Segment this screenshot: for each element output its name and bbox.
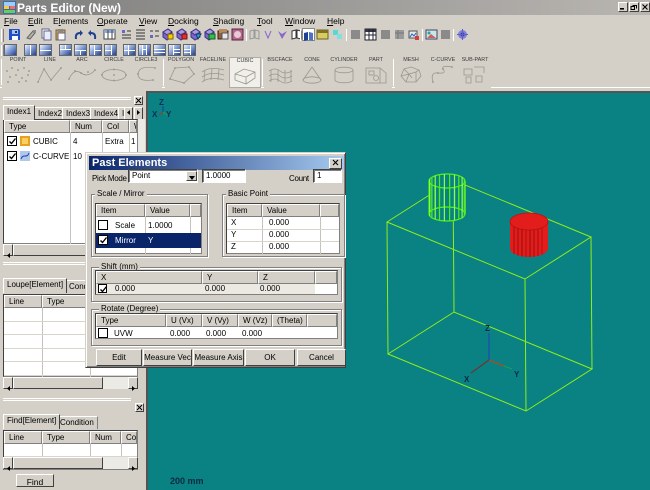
svg-text:Z: Z: [159, 98, 164, 107]
svg-text:X: X: [152, 110, 158, 119]
svg-text:Z: Z: [485, 324, 490, 333]
svg-text:200 mm: 200 mm: [170, 476, 204, 486]
svg-text:Y: Y: [514, 370, 520, 379]
svg-text:X: X: [464, 375, 470, 384]
